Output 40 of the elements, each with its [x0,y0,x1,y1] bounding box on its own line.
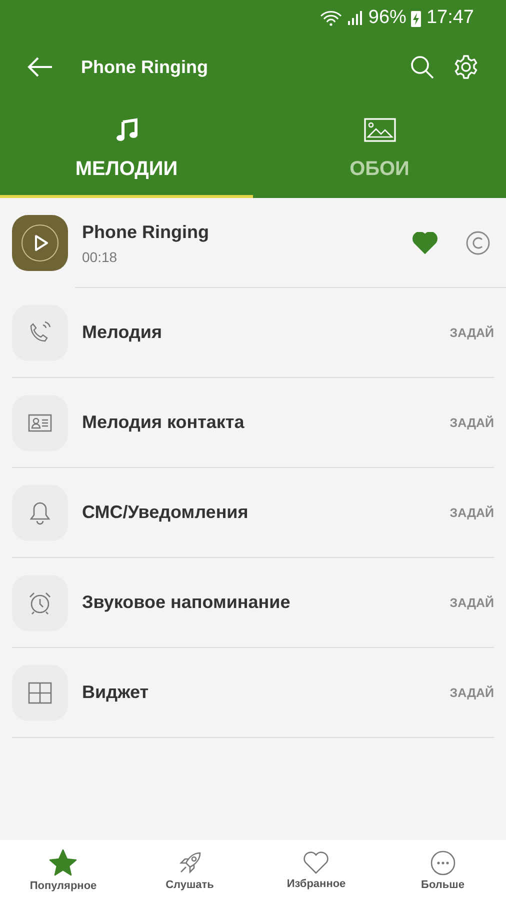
clock-time: 17:47 [426,7,474,29]
settings-icon[interactable] [454,55,478,79]
option-label: Звуковое напоминание [82,592,292,613]
image-icon [364,118,396,142]
nav-item[interactable]: Избранное [253,840,380,900]
back-arrow-icon[interactable] [27,56,53,78]
set-button[interactable]: ЗАДАЙ [450,502,494,524]
toolbar-title: Phone Ringing [81,56,209,78]
signal-icon [347,10,364,26]
phone-ringing-icon [28,320,52,344]
set-button[interactable]: ЗАДАЙ [450,682,494,704]
battery-charging-icon [411,10,422,26]
heart-icon [303,850,330,874]
nav-item[interactable]: Популярное [0,840,126,900]
battery-percent: 96% [368,7,406,29]
tab[interactable]: МЕЛОДИИ [0,98,253,198]
alarm-clock-icon [28,590,52,614]
track-title: Phone Ringing [82,222,210,242]
copyright-icon[interactable] [466,231,490,255]
search-icon[interactable] [410,55,434,79]
option-label: СМС/Уведомления [82,502,250,523]
grid-icon [28,682,52,704]
heart-icon[interactable] [412,232,438,254]
contact-card-icon [28,412,52,432]
set-button[interactable]: ЗАДАЙ [450,412,494,434]
music-note-icon [114,118,138,142]
bell-icon [29,500,51,524]
more-icon [430,850,456,876]
option-label: Мелодия контакта [82,412,246,433]
play-button[interactable] [12,215,68,271]
star-icon [49,848,78,876]
set-button[interactable]: ЗАДАЙ [450,322,494,344]
nav-item[interactable]: Слушать [126,840,253,900]
option-label: Виджет [82,682,150,703]
wifi-icon [320,10,342,26]
tab[interactable]: ОБОИ [253,98,506,198]
nav-item[interactable]: Больше [380,840,506,900]
set-button[interactable]: ЗАДАЙ [450,592,494,614]
option-label: Мелодия [82,322,163,343]
track-duration: 00:18 [82,248,118,264]
